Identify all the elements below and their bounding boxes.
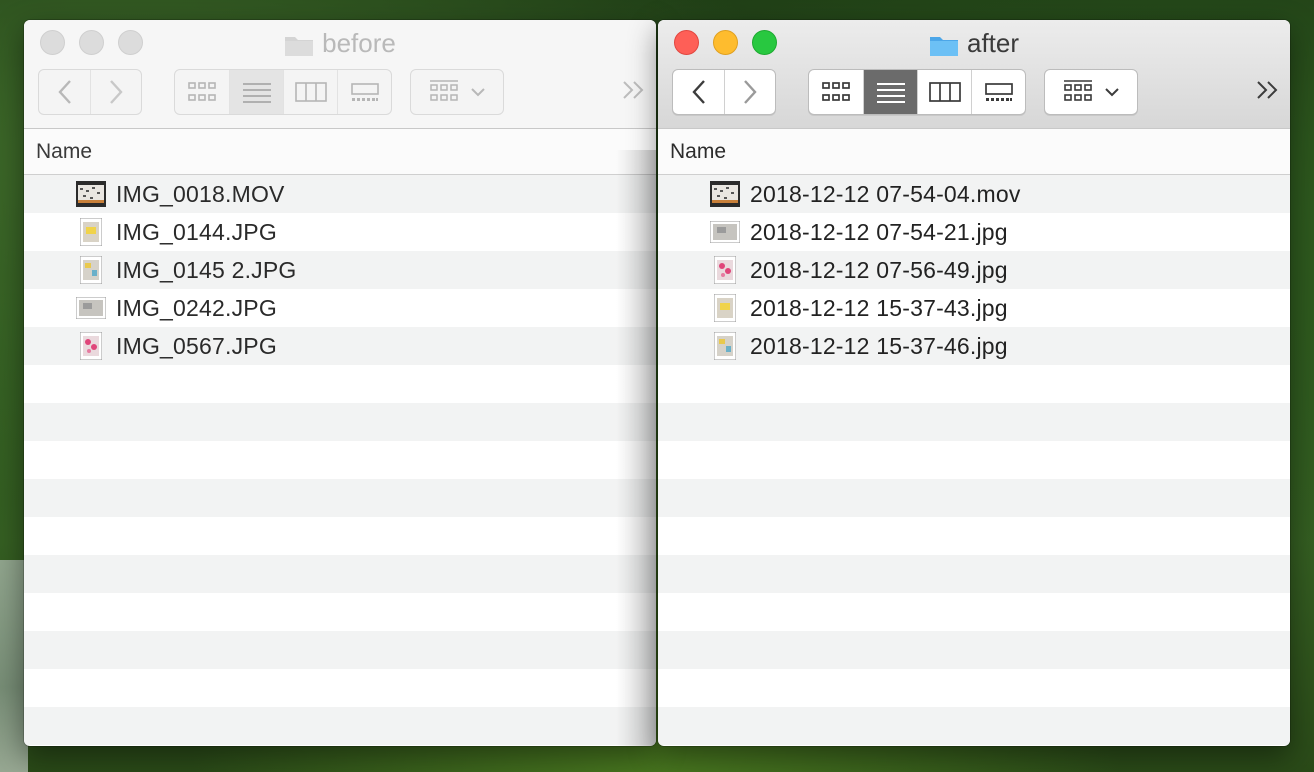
video-thumbnail-icon [710,180,740,208]
title-bar[interactable]: after [658,20,1290,129]
window-title-text: before [322,28,396,58]
view-mode-buttons [174,69,392,115]
file-row[interactable]: 2018-12-12 07-56-49.jpg [658,251,1290,289]
file-row[interactable]: IMG_0242.JPG [24,289,656,327]
gallery-view-button[interactable] [337,70,391,114]
forward-button[interactable] [90,70,141,114]
toolbar [672,68,1290,115]
chevron-left-icon [57,80,71,104]
list-icon [242,83,271,103]
arrange-menu-button[interactable] [410,69,504,115]
back-button[interactable] [673,70,724,114]
window-title-text: after [966,28,1020,58]
name-column-header[interactable]: Name [24,129,656,175]
navigation-buttons [672,69,776,115]
grid-icon [188,82,216,101]
list-view-button[interactable] [229,70,283,114]
toolbar-overflow-button[interactable] [622,78,646,107]
chevron-right-icon [110,80,123,104]
column-view-button[interactable] [283,70,337,114]
columns-icon [294,82,327,102]
toolbar [38,68,656,115]
chevron-down-icon [1105,88,1119,97]
chevron-down-icon [471,88,485,97]
double-chevron-right-icon [623,81,644,99]
window-title: after [658,26,1290,65]
file-row[interactable]: 2018-12-12 07-54-21.jpg [658,213,1290,251]
finder-window-after[interactable]: after Name 2018-12-12 07-54-04.mov 2018-… [658,20,1290,746]
file-row[interactable]: 2018-12-12 15-37-46.jpg [658,327,1290,365]
forward-button[interactable] [724,70,775,114]
folder-icon [929,31,959,65]
finder-window-before[interactable]: before Name IMG_0018.MOV IMG_0144.JPG IM… [24,20,656,746]
chevron-right-icon [744,80,757,104]
file-name: 2018-12-12 15-37-43.jpg [750,294,1008,321]
video-thumbnail-icon [76,180,106,208]
image-thumbnail-icon [710,218,740,246]
file-list: 2018-12-12 07-54-04.mov 2018-12-12 07-54… [658,175,1290,745]
file-row[interactable]: IMG_0144.JPG [24,213,656,251]
navigation-buttons [38,69,142,115]
file-row[interactable]: IMG_0145 2.JPG [24,251,656,289]
window-title: before [24,26,656,65]
image-thumbnail-icon [710,294,740,322]
icon-view-button[interactable] [175,70,229,114]
list-view-button[interactable] [863,70,917,114]
arrange-grid-icon [1064,80,1092,101]
file-name: IMG_0144.JPG [116,218,277,245]
file-name: 2018-12-12 07-54-04.mov [750,180,1021,207]
image-thumbnail-icon [710,332,740,360]
name-column-header[interactable]: Name [658,129,1290,175]
file-name: IMG_0567.JPG [116,332,277,359]
view-mode-buttons [808,69,1026,115]
title-bar[interactable]: before [24,20,656,129]
arrange-button[interactable] [1045,70,1137,114]
grid-icon [822,82,850,101]
file-name: IMG_0145 2.JPG [116,256,297,283]
image-thumbnail-icon [76,256,106,284]
folder-icon [284,31,314,65]
columns-icon [928,82,961,102]
column-header-label: Name [36,139,93,163]
file-name: IMG_0242.JPG [116,294,277,321]
gallery-icon [350,83,379,101]
file-list: IMG_0018.MOV IMG_0144.JPG IMG_0145 2.JPG… [24,175,656,745]
file-name: 2018-12-12 15-37-46.jpg [750,332,1008,359]
file-row[interactable]: IMG_0018.MOV [24,175,656,213]
arrange-menu-button[interactable] [1044,69,1138,115]
toolbar-overflow-button[interactable] [1256,78,1280,107]
chevron-left-icon [691,80,705,104]
file-name: 2018-12-12 07-56-49.jpg [750,256,1008,283]
column-header-label: Name [670,139,727,163]
file-row[interactable]: 2018-12-12 07-54-04.mov [658,175,1290,213]
image-thumbnail-icon [76,332,106,360]
arrange-grid-icon [430,80,458,101]
image-thumbnail-icon [76,294,106,322]
arrange-button[interactable] [411,70,503,114]
image-thumbnail-icon [76,218,106,246]
file-row[interactable]: IMG_0567.JPG [24,327,656,365]
gallery-icon [984,83,1013,101]
column-view-button[interactable] [917,70,971,114]
gallery-view-button[interactable] [971,70,1025,114]
file-name: 2018-12-12 07-54-21.jpg [750,218,1008,245]
image-thumbnail-icon [710,256,740,284]
list-icon [876,83,905,103]
double-chevron-right-icon [1257,81,1278,99]
file-row[interactable]: 2018-12-12 15-37-43.jpg [658,289,1290,327]
file-name: IMG_0018.MOV [116,180,285,207]
icon-view-button[interactable] [809,70,863,114]
back-button[interactable] [39,70,90,114]
